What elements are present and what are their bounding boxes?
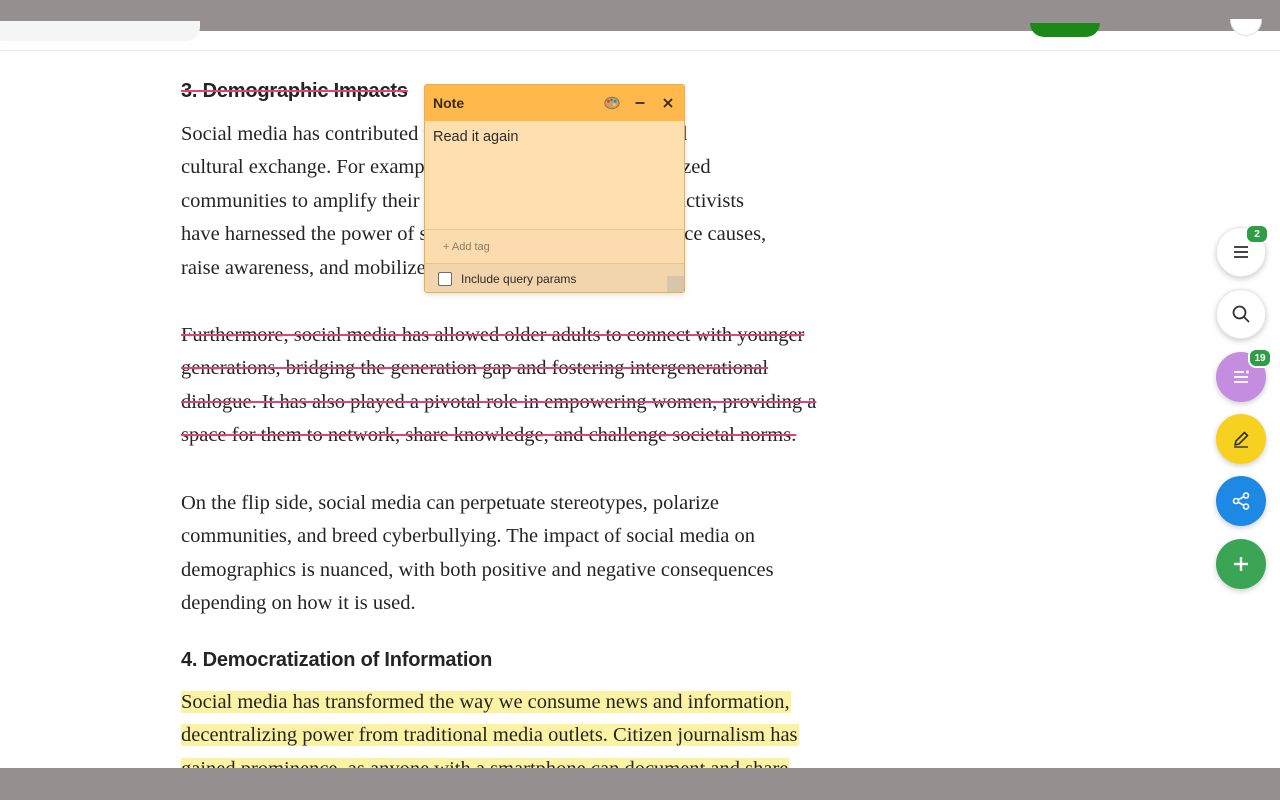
struck-text-line: dialogue. It has also played a pivotal r… <box>181 390 817 413</box>
include-query-params-label: Include query params <box>461 271 577 286</box>
pen-icon <box>1231 429 1251 449</box>
section-heading-demographic-impacts: 3. Demographic Impacts <box>181 80 408 102</box>
outline-count-badge: 2 <box>1245 224 1269 244</box>
plus-icon <box>1232 555 1250 573</box>
palette-icon[interactable] <box>604 95 620 111</box>
add-button[interactable] <box>1216 539 1266 589</box>
header-search-remnant[interactable] <box>0 21 200 41</box>
include-query-params-option[interactable]: Include query params <box>425 263 684 292</box>
highlighted-text-line[interactable]: Social media has transformed the way we … <box>181 691 791 713</box>
note-popup[interactable]: Note Read it again + Add tag Include que… <box>424 84 685 293</box>
search-icon <box>1231 304 1251 324</box>
header-avatar-remnant[interactable] <box>1230 19 1262 36</box>
note-toolbar <box>604 85 676 121</box>
header-action-button-remnant[interactable] <box>1030 23 1100 37</box>
highlighted-text-line[interactable]: decentralizing power from traditional me… <box>181 724 799 747</box>
share-icon <box>1231 491 1251 511</box>
notes-list-icon <box>1232 369 1250 385</box>
note-title: Note <box>433 95 465 111</box>
paragraph-flip-side: On the flip side, social media can perpe… <box>181 487 774 621</box>
highlight-pen-button[interactable] <box>1216 414 1266 464</box>
struck-text-line: generations, bridging the generation gap… <box>181 357 769 380</box>
text-line: demographics is nuanced, with both posit… <box>181 558 774 581</box>
note-header[interactable]: Note <box>425 85 684 121</box>
add-tag-button[interactable]: + Add tag <box>425 229 684 263</box>
section-heading-democratization: 4. Democratization of Information <box>181 649 493 671</box>
note-text-area[interactable]: Read it again <box>425 121 684 229</box>
minimize-icon[interactable] <box>632 95 648 111</box>
struck-text-line: space for them to network, share knowled… <box>181 424 797 447</box>
bottom-bezel <box>0 768 1280 800</box>
share-button[interactable] <box>1216 476 1266 526</box>
search-button[interactable] <box>1216 289 1266 339</box>
outline-button[interactable]: 2 <box>1216 224 1269 277</box>
site-header <box>0 19 1280 51</box>
include-query-params-checkbox[interactable] <box>438 271 452 286</box>
text-line: depending on how it is used. <box>181 592 416 615</box>
list-icon <box>1232 244 1250 260</box>
text-line: On the flip side, social media can perpe… <box>181 492 719 514</box>
text-line: communities, and breed cyberbullying. Th… <box>181 525 756 548</box>
struck-text-line: Furthermore, social media has allowed ol… <box>181 324 805 346</box>
note-resize-handle[interactable] <box>667 276 684 292</box>
paragraph-struck-older-adults: Furthermore, social media has allowed ol… <box>181 319 816 453</box>
annotations-count-badge: 19 <box>1248 348 1272 368</box>
close-icon[interactable] <box>660 95 676 111</box>
annotations-list-button[interactable]: 19 <box>1216 348 1272 402</box>
